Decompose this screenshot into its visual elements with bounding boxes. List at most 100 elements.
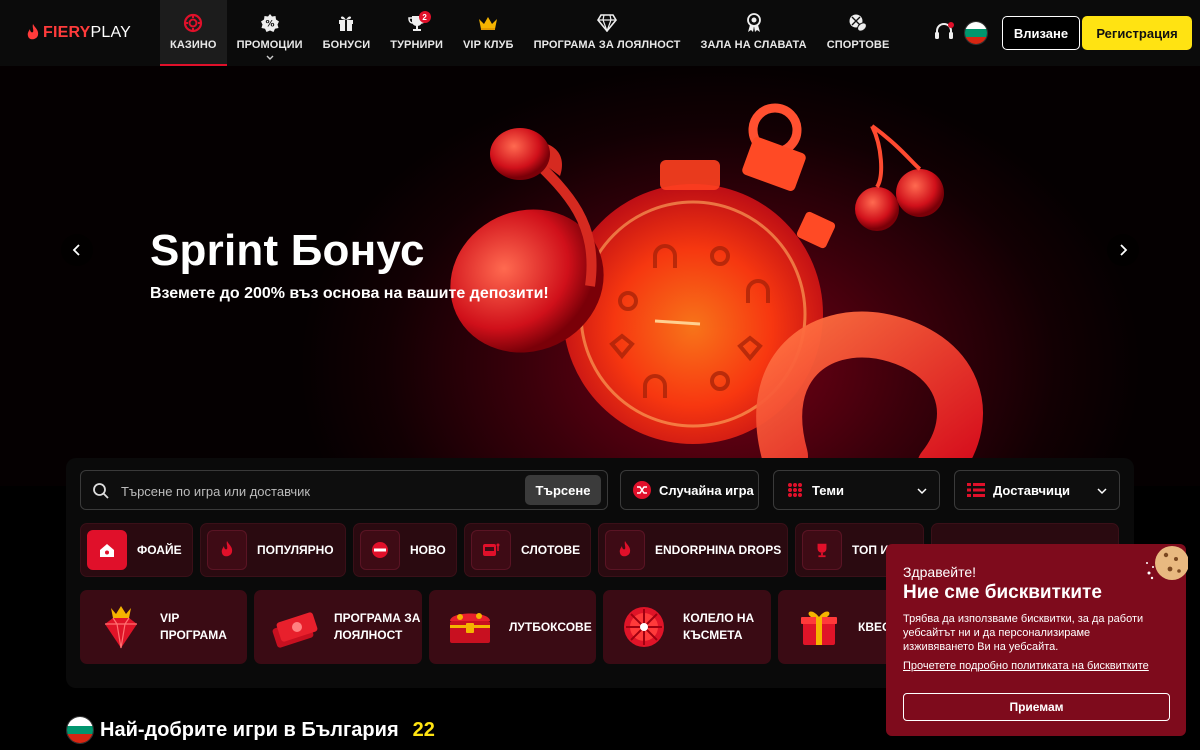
- nav-hall-of-fame[interactable]: ЗАЛА НА СЛАВАТА: [690, 0, 816, 66]
- themes-dropdown[interactable]: Теми: [773, 470, 940, 510]
- grid-icon: [786, 481, 804, 499]
- feature-loyalty-program[interactable]: ПРОГРАМА ЗА ЛОЯЛНОСТ: [254, 590, 422, 664]
- medal-icon: [743, 12, 765, 34]
- carousel-next-button[interactable]: [1107, 234, 1139, 266]
- category-lobby[interactable]: ФОАЙЕ: [80, 523, 193, 577]
- hero-subtitle: Вземете до 200% въз основа на вашите деп…: [150, 285, 549, 302]
- flame-drop-icon: [605, 530, 645, 570]
- category-slots[interactable]: СЛОТОВЕ: [464, 523, 591, 577]
- feature-label: ЛУТБОКСОВЕ: [509, 619, 592, 636]
- nav-casino[interactable]: КАЗИНО: [160, 0, 227, 66]
- cookie-consent-popup: Здравейте! Ние сме бисквитките Трябва да…: [886, 544, 1188, 736]
- category-new[interactable]: НОВО: [353, 523, 457, 577]
- feature-label-line1: VIP: [160, 611, 180, 625]
- best-games-title: Най-добрите игри в България: [100, 718, 399, 741]
- fortune-wheel-icon: [617, 600, 671, 654]
- feature-label-line2: ПРОГРАМА: [160, 628, 227, 642]
- svg-text:%: %: [265, 20, 274, 30]
- gift-box-icon: [792, 600, 846, 654]
- search-input[interactable]: [121, 479, 521, 503]
- fieryplay-logo[interactable]: FIERY PLAY: [26, 24, 131, 42]
- shuffle-icon: [633, 481, 651, 499]
- providers-label: Доставчици: [993, 482, 1071, 498]
- cookie-title: Ние сме бисквитките: [903, 582, 1102, 603]
- nav-sports[interactable]: СПОРТОВЕ: [817, 0, 900, 66]
- providers-dropdown[interactable]: Доставчици: [954, 470, 1120, 510]
- search-button[interactable]: Търсене: [525, 475, 601, 505]
- best-games-count: 22: [412, 718, 435, 741]
- feature-label: ПРОГРАМА ЗА ЛОЯЛНОСТ: [334, 610, 420, 644]
- flame-logo-icon: [27, 24, 39, 40]
- logo-text-fiery: FIERY: [43, 24, 91, 41]
- login-button[interactable]: Влизане: [1002, 16, 1080, 50]
- accept-cookies-button[interactable]: Приемам: [903, 693, 1170, 721]
- money-stack-icon: [268, 600, 322, 654]
- carousel-prev-button[interactable]: [61, 234, 93, 266]
- nav-loyalty-program[interactable]: ПРОГРАМА ЗА ЛОЯЛНОСТ: [524, 0, 691, 66]
- list-icon: [967, 481, 985, 499]
- nav-vip-club[interactable]: VIP КЛУБ: [453, 0, 524, 66]
- feature-lootboxes[interactable]: ЛУТБОКСОВЕ: [429, 590, 596, 664]
- new-badge-icon: [360, 530, 400, 570]
- nav-label: VIP КЛУБ: [463, 39, 514, 51]
- hero-banner[interactable]: Sprint Бонус Вземете до 200% въз основа …: [0, 66, 1200, 486]
- nav-label: ПРОГРАМА ЗА ЛОЯЛНОСТ: [533, 39, 681, 51]
- random-game-button[interactable]: Случайна игра: [620, 470, 759, 510]
- chevron-left-icon: [72, 244, 80, 256]
- home-icon: [87, 530, 127, 570]
- diamond-icon: [596, 12, 618, 34]
- crown-icon: [477, 12, 499, 34]
- cookie-policy-link[interactable]: Прочетете подробно политиката на бисквит…: [903, 660, 1149, 672]
- feature-wheel-of-fortune[interactable]: КОЛЕЛО НА КЪСМЕТА: [603, 590, 771, 664]
- percent-badge-icon: %: [259, 12, 281, 34]
- feature-label-line2: ЛОЯЛНОСТ: [334, 628, 403, 642]
- nav-label: СПОРТОВЕ: [826, 39, 890, 51]
- main-nav: КАЗИНО % ПРОМОЦИИ БОНУСИ 2 ТУРНИРИ VIP К…: [160, 0, 899, 66]
- category-label: НОВО: [410, 543, 446, 557]
- cookie-description: Трябва да използваме бисквитки, за да ра…: [903, 613, 1144, 653]
- slot-machine-icon: [471, 530, 511, 570]
- support-headset-icon[interactable]: [932, 20, 956, 44]
- language-flag-bulgaria[interactable]: [964, 21, 988, 45]
- trophy-icon: [802, 530, 842, 570]
- search-bar: Търсене: [80, 470, 608, 510]
- chevron-right-icon: [1120, 244, 1128, 256]
- nav-tournaments[interactable]: 2 ТУРНИРИ: [380, 0, 453, 66]
- category-label: ПОПУЛЯРНО: [257, 543, 334, 557]
- flame-icon: [207, 530, 247, 570]
- nav-bonuses[interactable]: БОНУСИ: [313, 0, 381, 66]
- best-games-heading: Най-добрите игри в България 22: [66, 716, 435, 744]
- category-label: ТОП И: [852, 543, 889, 557]
- category-endorphina-drops[interactable]: ENDORPHINA DROPS: [598, 523, 788, 577]
- feature-label: КОЛЕЛО НА КЪСМЕТА: [683, 610, 754, 644]
- cookie-icon: [1146, 546, 1188, 580]
- nav-label: ЗАЛА НА СЛАВАТА: [700, 39, 807, 51]
- cookie-greeting: Здравейте!: [903, 564, 977, 580]
- nav-promotions[interactable]: % ПРОМОЦИИ: [227, 0, 313, 66]
- search-icon: [93, 483, 109, 499]
- nav-label: ПРОМОЦИИ: [236, 39, 303, 51]
- feature-vip-program[interactable]: VIP ПРОГРАМА: [80, 590, 247, 664]
- feature-label-line2: КЪСМЕТА: [683, 628, 743, 642]
- category-label: ENDORPHINA DROPS: [655, 543, 782, 557]
- nav-label: БОНУСИ: [322, 39, 371, 51]
- chevron-down-icon: [1097, 488, 1107, 495]
- category-popular[interactable]: ПОПУЛЯРНО: [200, 523, 346, 577]
- nav-label: ТУРНИРИ: [390, 39, 443, 51]
- logo-text-play: PLAY: [90, 24, 132, 41]
- hero-title: Sprint Бонус: [150, 226, 425, 275]
- feature-label-line1: ЛУТБОКСОВЕ: [509, 619, 592, 634]
- treasure-chest-icon: [443, 600, 497, 654]
- feature-label-line1: КОЛЕЛО НА: [683, 611, 755, 625]
- bulgaria-flag-icon: [66, 716, 94, 744]
- chevron-down-icon: [266, 55, 274, 60]
- top-header: FIERY PLAY КАЗИНО % ПРОМОЦИИ БОНУСИ 2 ТУ…: [0, 0, 1200, 66]
- themes-label: Теми: [812, 482, 844, 498]
- nav-label: КАЗИНО: [170, 39, 217, 51]
- tournaments-count-badge: 2: [418, 11, 431, 23]
- sports-ball-icon: [847, 12, 869, 34]
- hero-illustration: [450, 103, 983, 486]
- register-button[interactable]: Регистрация: [1082, 16, 1192, 50]
- random-game-label: Случайна игра: [659, 482, 754, 498]
- category-label: ФОАЙЕ: [137, 543, 182, 557]
